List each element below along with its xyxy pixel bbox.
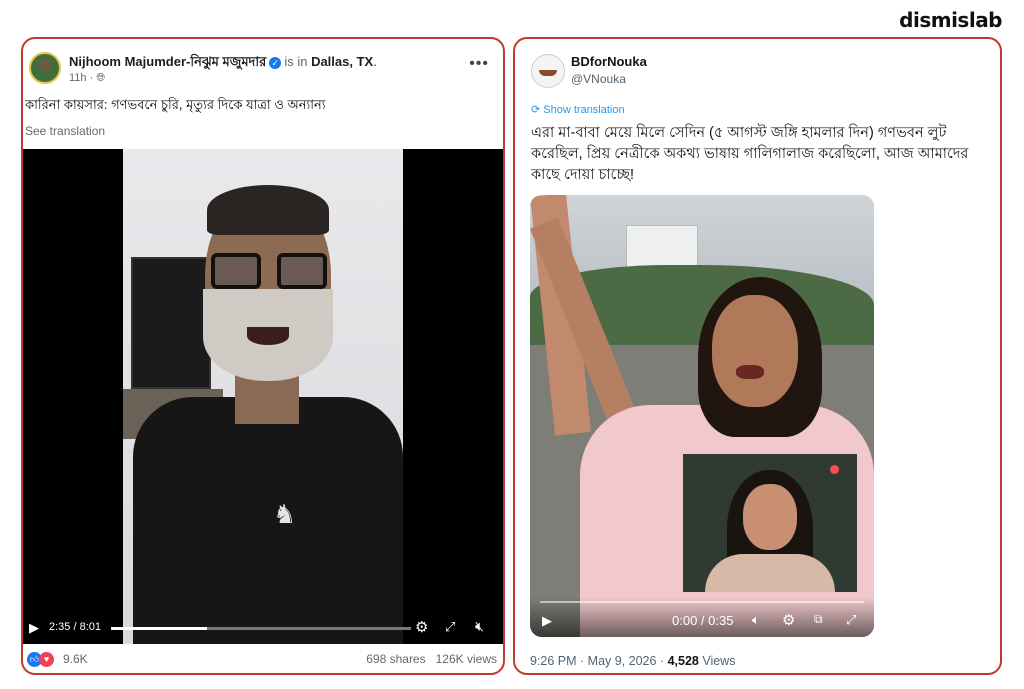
more-options-icon[interactable]: ••• — [469, 55, 489, 73]
tweet-video-progress-bar[interactable] — [540, 601, 864, 603]
video-progress-bar[interactable] — [111, 627, 411, 630]
facebook-post-card: Nijhoom Majumder-নিঝুম মজুমদার ✓ is in Dal… — [21, 37, 505, 675]
account-handle[interactable]: @VNouka — [571, 72, 626, 86]
post-meta: 11h · 🌐︎ — [69, 72, 106, 84]
tweet-video-controls: ▶ 0:00 / 0:35 🔈︎ ⚙ ⧉ ⤢ — [530, 597, 874, 637]
tweet-views-count: 4,528 — [667, 654, 699, 668]
post-caption: কারিনা কায়সার: গণভবনে চুরি, মৃত্যুর দিক… — [25, 97, 326, 112]
tweet-card: BDforNouka @VNouka ⟳ Show translation এর… — [513, 37, 1002, 675]
author-avatar[interactable] — [29, 52, 61, 84]
fullscreen-icon[interactable]: ⤢ — [445, 619, 455, 635]
shirt-logo-icon: ♞ — [273, 499, 297, 529]
tweet-views-label: Views — [702, 654, 736, 668]
tweet-time[interactable]: 9:26 PM — [530, 654, 577, 668]
account-avatar[interactable] — [531, 54, 565, 88]
play-icon[interactable]: ▶ — [542, 613, 552, 629]
volume-icon[interactable]: 🔈︎ — [752, 612, 760, 628]
video-player[interactable]: ♞ ▶ 2:35 / 8:01 ⚙ ⤢ 🔇︎ — [23, 149, 503, 644]
speaker-hair — [207, 185, 329, 235]
record-dot-icon — [830, 465, 839, 474]
love-icon: ♥ — [39, 652, 54, 667]
post-footer: 👍︎ ♥ 9.6K 698 shares 126K views — [23, 651, 503, 671]
tweet-video-time: 0:00 / 0:35 — [672, 613, 734, 628]
settings-gear-icon[interactable]: ⚙ — [782, 611, 795, 629]
settings-gear-icon[interactable]: ⚙ — [415, 618, 428, 636]
inset-portrait — [683, 454, 857, 592]
background-monitor — [131, 257, 211, 389]
location-prefix: is in — [284, 54, 308, 69]
speaker-mouth — [247, 327, 289, 345]
author-name-bengali[interactable]: নিঝুম মজুমদার — [190, 54, 266, 69]
tweet-date[interactable]: May 9, 2026 — [588, 654, 657, 668]
speaker-glasses — [211, 253, 327, 293]
verified-badge-icon: ✓ — [269, 56, 282, 69]
see-translation-link[interactable]: See translation — [25, 124, 105, 138]
post-stats: 698 shares 126K views — [366, 652, 497, 666]
speaker-shirt — [133, 397, 403, 644]
video-progress-fill — [111, 627, 207, 630]
post-header: Nijhoom Majumder-নিঝুম মজুমদার ✓ is in Dal… — [69, 54, 377, 69]
reactions-count[interactable]: 9.6K — [63, 652, 88, 666]
video-time: 2:35 / 8:01 — [49, 621, 102, 633]
brand-logo: dismislab — [899, 8, 1002, 32]
globe-icon: 🌐︎ — [96, 72, 106, 84]
shares-count[interactable]: 698 shares — [366, 652, 425, 666]
mute-icon[interactable]: 🔇︎ — [475, 618, 484, 635]
views-count: 126K views — [435, 652, 497, 666]
show-translation-link[interactable]: ⟳ Show translation — [531, 103, 625, 116]
author-name[interactable]: Nijhoom Majumder- — [69, 54, 190, 69]
play-icon[interactable]: ▶ — [29, 620, 39, 636]
tweet-video-player[interactable]: ▶ 0:00 / 0:35 🔈︎ ⚙ ⧉ ⤢ — [530, 195, 874, 637]
video-frame: ♞ — [123, 149, 403, 644]
woman-mouth — [736, 365, 764, 379]
woman-face — [712, 295, 798, 407]
reaction-icons[interactable]: 👍︎ ♥ — [27, 651, 54, 667]
video-controls: ▶ 2:35 / 8:01 ⚙ ⤢ 🔇︎ — [23, 610, 503, 644]
fullscreen-icon[interactable]: ⤢ — [846, 612, 856, 628]
display-name[interactable]: BDforNouka — [571, 54, 647, 69]
post-time[interactable]: 11h — [69, 72, 87, 84]
captions-icon[interactable]: ⧉ — [814, 612, 823, 627]
tweet-text: এরা মা-বাবা মেয়ে মিলে সেদিন (৫ আগস্ট জঙ… — [531, 125, 969, 183]
location-link[interactable]: Dallas, TX — [311, 54, 373, 69]
translate-icon: ⟳ — [531, 104, 541, 116]
tweet-meta: 9:26 PM · May 9, 2026 · 4,528 Views — [530, 654, 736, 668]
